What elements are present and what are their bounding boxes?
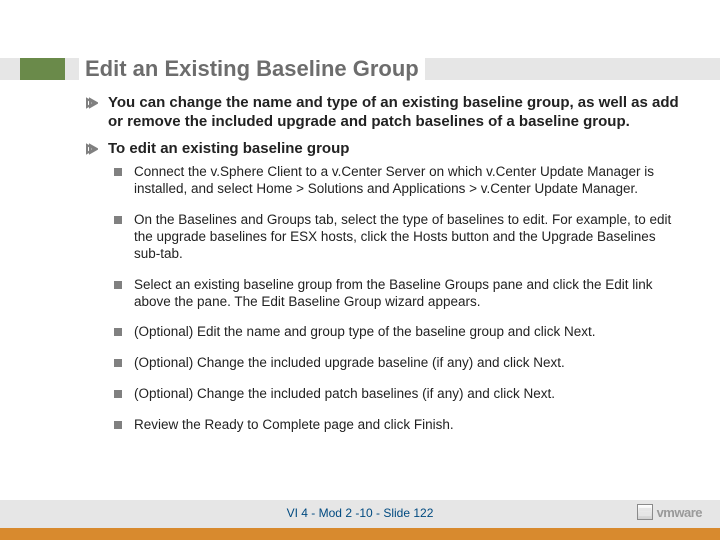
square-icon <box>114 386 134 398</box>
title-accent-left <box>0 58 79 80</box>
slide: Edit an Existing Baseline Group You can … <box>0 0 720 540</box>
logo-text: vmware <box>657 505 702 520</box>
square-icon <box>114 212 134 224</box>
vmware-logo: vmware <box>637 504 702 520</box>
footer-top: VI 4 - Mod 2 -10 - Slide 122 vmware <box>0 500 720 528</box>
square-icon <box>114 417 134 429</box>
bullet-level2: (Optional) Change the included patch bas… <box>114 386 682 403</box>
arrow-icon <box>86 140 108 155</box>
sub-bullet-text: (Optional) Edit the name and group type … <box>134 324 596 341</box>
bullet-level1: You can change the name and type of an e… <box>86 94 682 132</box>
title-accent-right <box>425 58 720 80</box>
slide-number: VI 4 - Mod 2 -10 - Slide 122 <box>0 506 720 520</box>
sub-bullet-text: Review the Ready to Complete page and cl… <box>134 417 454 434</box>
top-bar <box>0 0 720 10</box>
bullet-text: You can change the name and type of an e… <box>108 94 682 132</box>
sub-bullet-text: On the Baselines and Groups tab, select … <box>134 212 682 263</box>
square-icon <box>114 324 134 336</box>
bullet-level2: Review the Ready to Complete page and cl… <box>114 417 682 434</box>
bullet-level1: To edit an existing baseline group <box>86 140 682 159</box>
sub-bullet-text: Select an existing baseline group from t… <box>134 277 682 311</box>
bullet-level2: (Optional) Edit the name and group type … <box>114 324 682 341</box>
bullet-level2: Connect the v.Sphere Client to a v.Cente… <box>114 164 682 198</box>
slide-title: Edit an Existing Baseline Group <box>79 56 425 82</box>
square-icon <box>114 277 134 289</box>
sub-bullet-list: Connect the v.Sphere Client to a v.Cente… <box>114 164 682 434</box>
footer-accent-bar <box>0 528 720 540</box>
bullet-level2: Select an existing baseline group from t… <box>114 277 682 311</box>
square-icon <box>114 164 134 176</box>
bullet-text: To edit an existing baseline group <box>108 140 349 159</box>
sub-bullet-text: (Optional) Change the included patch bas… <box>134 386 555 403</box>
square-icon <box>114 355 134 367</box>
footer: VI 4 - Mod 2 -10 - Slide 122 vmware <box>0 500 720 540</box>
bullet-level2: (Optional) Change the included upgrade b… <box>114 355 682 372</box>
sub-bullet-text: Connect the v.Sphere Client to a v.Cente… <box>134 164 682 198</box>
sub-bullet-text: (Optional) Change the included upgrade b… <box>134 355 565 372</box>
content-area: You can change the name and type of an e… <box>86 86 682 448</box>
bullet-level2: On the Baselines and Groups tab, select … <box>114 212 682 263</box>
title-row: Edit an Existing Baseline Group <box>0 54 720 84</box>
arrow-icon <box>86 94 108 109</box>
logo-icon <box>637 504 653 520</box>
